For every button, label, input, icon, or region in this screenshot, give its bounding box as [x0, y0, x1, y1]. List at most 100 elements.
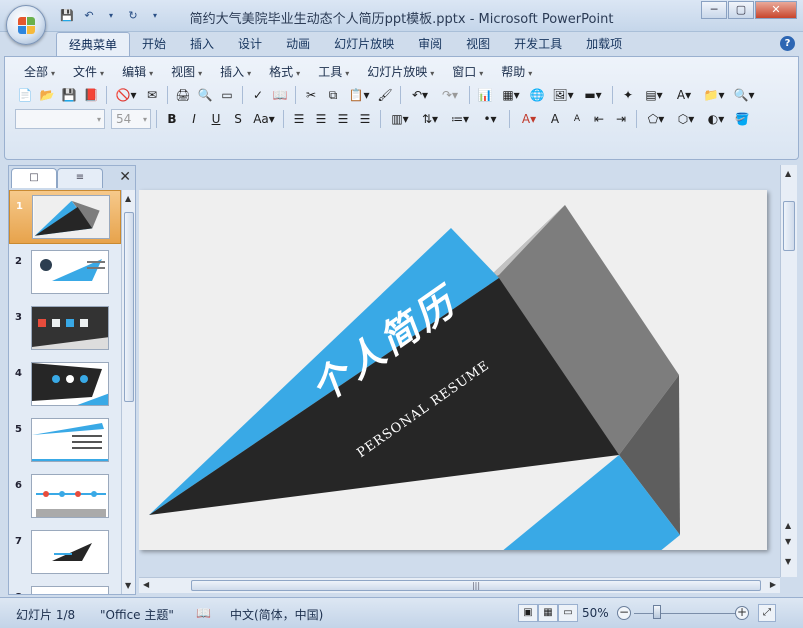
paste-icon[interactable]: 📋▾	[345, 85, 373, 105]
find-icon[interactable]: 🔍▾	[730, 85, 758, 105]
grow-font-icon[interactable]: A	[545, 109, 565, 129]
menu-slideshow[interactable]: 幻灯片放映 ▾	[358, 63, 443, 83]
fit-to-window-icon[interactable]: ⤢	[758, 604, 776, 622]
cut-icon[interactable]: ✂	[301, 85, 321, 105]
tab-classic-menu[interactable]: 经典菜单	[56, 32, 131, 56]
picture-icon[interactable]: 🖼▾	[549, 85, 577, 105]
editor-vertical-scrollbar[interactable]: ▲ ▲ ▼ ▼	[780, 165, 797, 577]
tab-animation[interactable]: 动画	[274, 32, 322, 56]
slide-thumbnail-6[interactable]: 6	[9, 470, 121, 524]
minimize-button[interactable]: ─	[701, 1, 727, 19]
case-icon[interactable]: Aa▾	[250, 109, 278, 129]
redo-icon[interactable]: ↷▾	[436, 85, 464, 105]
office-button[interactable]	[6, 5, 46, 45]
table-icon[interactable]: ▦▾	[497, 85, 525, 105]
scrollbar-thumb[interactable]	[124, 212, 134, 402]
editor-scroll-thumb[interactable]	[783, 201, 795, 251]
new-slide-icon[interactable]: ✦	[618, 85, 638, 105]
align-right-icon[interactable]: ☰	[333, 109, 353, 129]
align-left-icon[interactable]: ☰	[289, 109, 309, 129]
slide-thumbnail-3[interactable]: 3	[9, 302, 121, 356]
quick-styles-icon[interactable]: ◐▾	[702, 109, 730, 129]
menu-format[interactable]: 格式 ▾	[260, 63, 309, 83]
font-name-combo[interactable]: ▾	[15, 109, 105, 129]
tab-review[interactable]: 审阅	[406, 32, 454, 56]
open-icon[interactable]: 📂	[37, 85, 57, 105]
slide-thumbnail-8[interactable]: 8	[9, 582, 121, 594]
tab-view[interactable]: 视图	[454, 32, 502, 56]
slide-canvas[interactable]: 个人简历 PERSONAL RESUME	[139, 190, 767, 550]
decrease-indent-icon[interactable]: ⇤	[589, 109, 609, 129]
textbox-icon[interactable]: A▾	[670, 85, 698, 105]
editor-hscroll-thumb[interactable]: |||	[191, 580, 761, 591]
increase-indent-icon[interactable]: ⇥	[611, 109, 631, 129]
maximize-button[interactable]: ▢	[728, 1, 754, 19]
bold-icon[interactable]: B	[162, 109, 182, 129]
text-direction-icon[interactable]: ⇅▾	[416, 109, 444, 129]
tab-slideshow[interactable]: 幻灯片放映	[322, 32, 406, 56]
clipart-icon[interactable]: 🌐	[527, 85, 547, 105]
new-icon[interactable]: 📄	[15, 85, 35, 105]
menu-view[interactable]: 视图 ▾	[162, 63, 211, 83]
menu-help[interactable]: 帮助 ▾	[492, 63, 541, 83]
thumbnail-scrollbar[interactable]: ▲ ▼	[121, 190, 135, 594]
slide-thumbnail-2[interactable]: 2	[9, 246, 121, 300]
tab-insert[interactable]: 插入	[178, 32, 226, 56]
zoom-slider-thumb[interactable]	[653, 605, 661, 619]
zoom-out-button[interactable]: −	[617, 606, 631, 620]
slide-thumbnail-7[interactable]: 7	[9, 526, 121, 580]
language-indicator[interactable]: 中文(简体，中国)	[230, 606, 323, 623]
italic-icon[interactable]: I	[184, 109, 204, 129]
zoom-level[interactable]: 50%	[582, 606, 609, 620]
tab-outline[interactable]: ≡	[57, 168, 103, 188]
tab-design[interactable]: 设计	[226, 32, 274, 56]
undo-icon[interactable]: ↶▾	[406, 85, 434, 105]
close-button[interactable]: ✕	[755, 1, 797, 19]
spelling-icon[interactable]: ✓	[248, 85, 268, 105]
columns-icon[interactable]: ▥▾	[386, 109, 414, 129]
spellcheck-icon[interactable]: 📖	[196, 606, 211, 620]
menu-insert[interactable]: 插入 ▾	[211, 63, 260, 83]
print-icon[interactable]: 🖨	[173, 85, 193, 105]
font-color-icon[interactable]: A▾	[515, 109, 543, 129]
zoom-slider-track[interactable]	[634, 613, 736, 614]
menu-tools[interactable]: 工具 ▾	[309, 63, 358, 83]
menu-window[interactable]: 窗口 ▾	[443, 63, 492, 83]
tab-developer[interactable]: 开发工具	[502, 32, 574, 56]
align-center-icon[interactable]: ☰	[311, 109, 331, 129]
copy-icon[interactable]: ⧉	[323, 85, 343, 105]
pane-close-icon[interactable]: ✕	[119, 169, 131, 185]
tab-slides[interactable]: □	[11, 168, 57, 188]
help-icon[interactable]: ?	[780, 36, 795, 51]
slideshow-view-button[interactable]: ▭	[558, 604, 578, 622]
slide-sorter-button[interactable]: ▦	[538, 604, 558, 622]
menu-edit[interactable]: 编辑 ▾	[113, 63, 162, 83]
slide-view-icon[interactable]: ▭	[217, 85, 237, 105]
print-preview-icon[interactable]: 🔍	[195, 85, 215, 105]
research-icon[interactable]: 📖	[270, 85, 290, 105]
justify-icon[interactable]: ☰	[355, 109, 375, 129]
layout-icon[interactable]: ▤▾	[640, 85, 668, 105]
permission-icon[interactable]: 🚫▾	[112, 85, 140, 105]
editor-horizontal-scrollbar[interactable]: ◀ ||| ▶	[139, 577, 780, 593]
slide-thumbnail-1[interactable]: 1	[9, 190, 121, 244]
underline-icon[interactable]: U	[206, 109, 226, 129]
folder-icon[interactable]: 📁▾	[700, 85, 728, 105]
bullets-icon[interactable]: •▾	[476, 109, 504, 129]
shapes-icon[interactable]: ⬠▾	[642, 109, 670, 129]
format-painter-icon[interactable]: 🖌	[375, 85, 395, 105]
email-icon[interactable]: ✉	[142, 85, 162, 105]
font-size-combo[interactable]: 54 ▾	[111, 109, 151, 129]
shrink-font-icon[interactable]: A	[567, 109, 587, 129]
numbering-icon[interactable]: ≔▾	[446, 109, 474, 129]
zoom-in-button[interactable]: +	[735, 606, 749, 620]
slide-thumbnail-5[interactable]: 5	[9, 414, 121, 468]
menu-all[interactable]: 全部 ▾	[15, 63, 64, 83]
slide-thumbnail-4[interactable]: 4	[9, 358, 121, 412]
color-icon[interactable]: ▬▾	[579, 85, 607, 105]
fill-icon[interactable]: 🪣	[732, 109, 752, 129]
tab-home[interactable]: 开始	[130, 32, 178, 56]
shadow-icon[interactable]: S	[228, 109, 248, 129]
save-icon[interactable]: 💾	[59, 85, 79, 105]
menu-file[interactable]: 文件 ▾	[64, 63, 113, 83]
